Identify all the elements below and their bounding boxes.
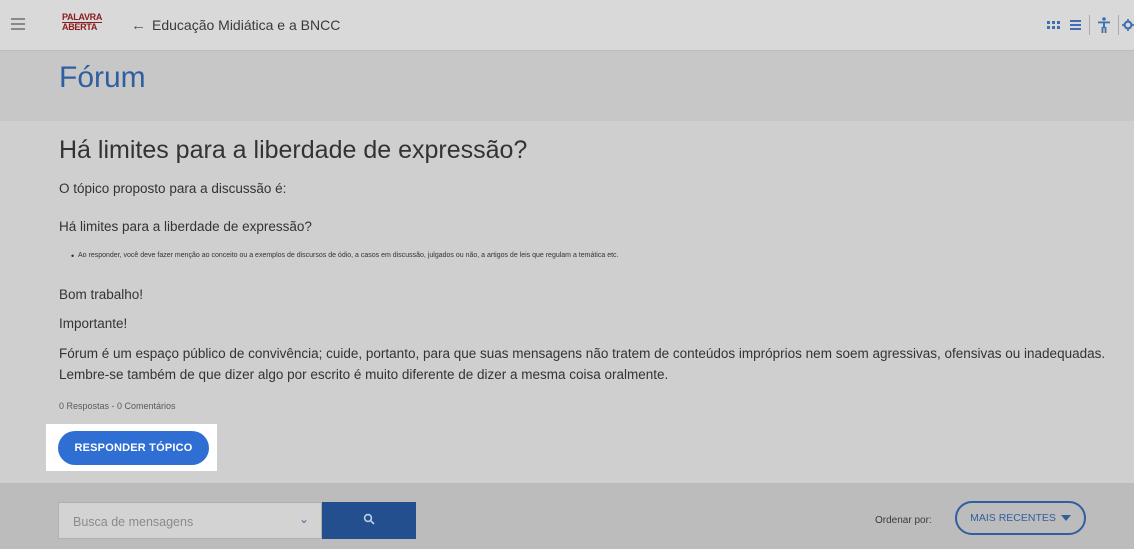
search-field: ⌄ [58,502,322,540]
logo[interactable]: PALAVRA ABERTA [62,13,102,32]
top-bar: PALAVRA ABERTA ← Educação Midiática e a B… [0,0,1134,51]
grid-view-icon[interactable] [1042,14,1064,36]
topic-content: Há limites para a liberdade de expressão… [0,121,1134,483]
topic-question: Há limites para a liberdade de expressão… [59,219,312,234]
page-header: Fórum [0,51,1134,121]
topic-title: Há limites para a liberdade de expressão… [59,136,528,164]
page-title: Fórum [59,61,146,94]
divider [1089,15,1090,35]
sort-label: Ordenar por: [875,515,932,526]
caret-down-icon [1060,515,1071,522]
search-button[interactable] [322,502,416,539]
divider [1118,15,1119,35]
chevron-down-icon[interactable]: ⌄ [299,512,309,526]
important-label: Importante! [59,316,128,331]
closing-text: Bom trabalho! [59,287,144,302]
search-icon [363,513,375,525]
logo-line2: ABERTA [62,22,98,32]
top-right-tools [1042,14,1134,36]
sort-value: MAIS RECENTES [970,512,1056,524]
breadcrumb-title: Educação Midiática e a BNCC [152,17,341,33]
list-view-icon[interactable] [1064,14,1086,36]
message-toolbar: ⌄ Ordenar por: MAIS RECENTES [0,483,1134,549]
back-link[interactable]: ← Educação Midiática e a BNCC [131,17,340,34]
back-arrow-icon: ← [131,17,146,34]
search-input[interactable] [59,503,295,540]
reply-topic-button[interactable]: RESPONDER TÓPICO [58,431,209,465]
notice-line-1: Fórum é um espaço público de convivência… [59,346,1106,361]
topic-bullet: Ao responder, você deve fazer menção ao … [71,251,618,261]
notice-line-2: Lembre-se também de que dizer algo por e… [59,367,669,382]
menu-icon[interactable] [11,18,25,30]
topic-intro: O tópico proposto para a discussão é: [59,181,287,196]
accessibility-icon[interactable] [1093,14,1115,36]
sort-dropdown[interactable]: MAIS RECENTES [955,501,1086,535]
reply-counts: 0 Respostas - 0 Comentários [59,401,176,411]
settings-icon[interactable] [1122,14,1134,36]
